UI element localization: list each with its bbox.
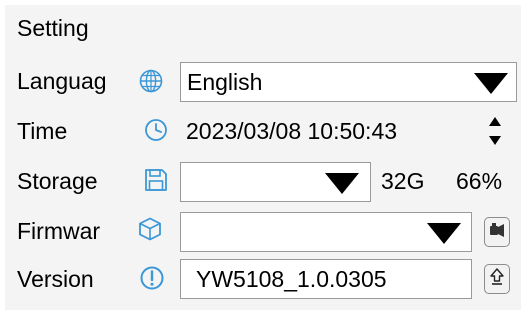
- firmware-action-button[interactable]: [484, 217, 510, 247]
- floppy-disk-icon: [143, 167, 169, 193]
- up-down-spinner-icon[interactable]: [486, 114, 504, 148]
- clock-icon: [143, 117, 169, 143]
- storage-usage: 66%: [456, 168, 503, 194]
- chevron-down-icon[interactable]: [427, 223, 461, 244]
- language-label: Languag: [17, 68, 107, 94]
- cube-icon: [137, 216, 163, 242]
- version-value: YW5108_1.0.0305: [196, 265, 387, 292]
- version-upload-button[interactable]: [484, 264, 510, 294]
- chevron-down-icon[interactable]: [325, 173, 359, 194]
- storage-capacity: 32G: [381, 168, 425, 194]
- panel-title: Setting: [17, 15, 89, 41]
- flashlight-icon: [489, 222, 505, 243]
- upload-arrow-icon: [490, 267, 504, 291]
- time-label: Time: [17, 118, 68, 144]
- version-field: YW5108_1.0.0305: [180, 259, 472, 299]
- chevron-down-icon[interactable]: [474, 73, 508, 94]
- firmware-select[interactable]: [180, 212, 472, 252]
- exclamation-icon: [139, 265, 165, 291]
- storage-select[interactable]: [180, 162, 371, 202]
- version-label: Version: [17, 266, 94, 292]
- time-value: 2023/03/08 10:50:43: [186, 118, 398, 144]
- storage-label: Storage: [17, 168, 98, 194]
- language-select-value: English: [187, 68, 263, 95]
- globe-icon: [138, 68, 164, 94]
- firmware-label: Firmwar: [17, 218, 101, 244]
- language-select[interactable]: English: [180, 62, 517, 102]
